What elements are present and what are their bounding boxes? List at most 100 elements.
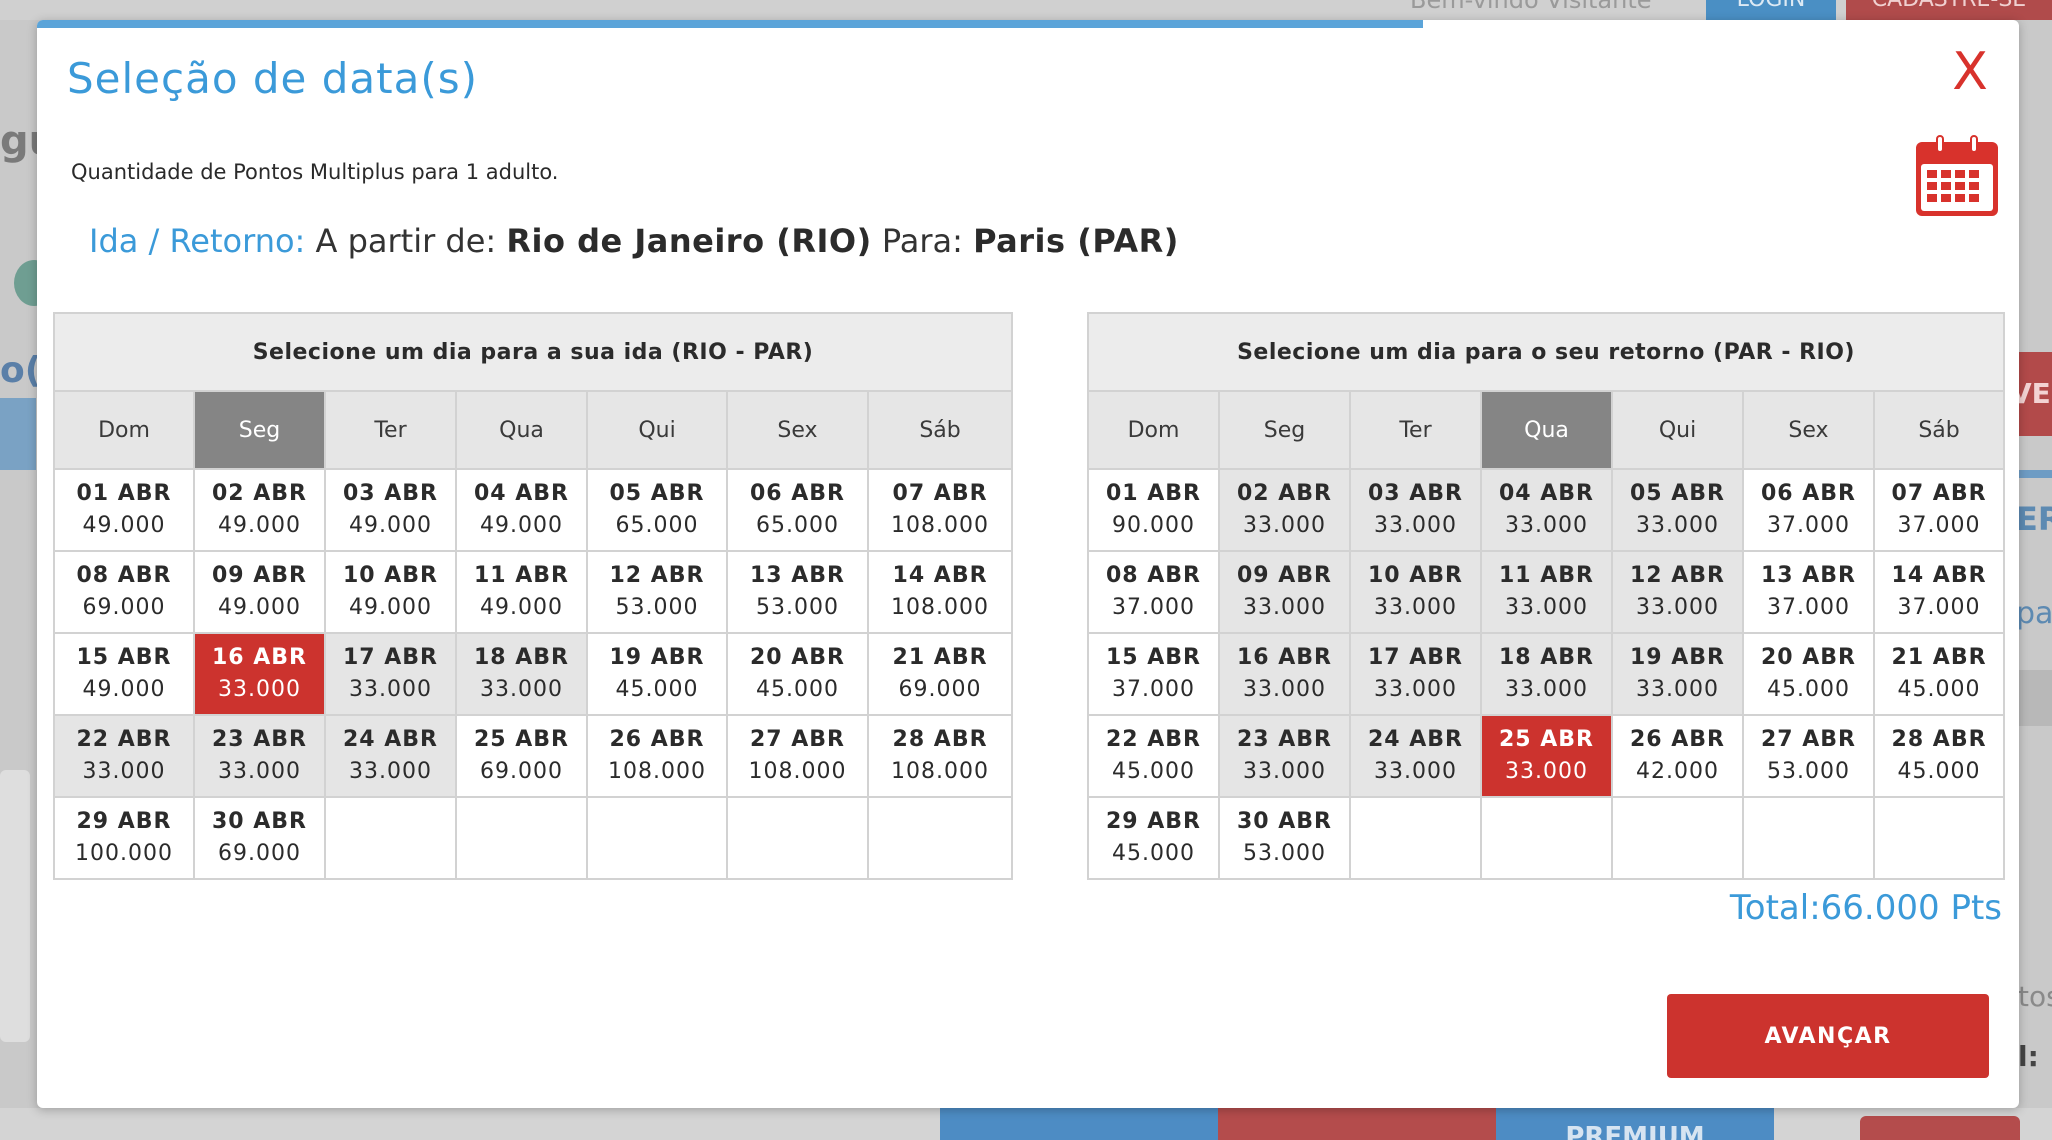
day-cell[interactable]: 10 ABR 33.000 bbox=[1349, 550, 1482, 634]
day-cell[interactable]: 24 ABR 33.000 bbox=[324, 714, 457, 798]
day-date: 08 ABR bbox=[1105, 563, 1201, 588]
day-date: 12 ABR bbox=[609, 563, 705, 588]
day-points: 69.000 bbox=[82, 595, 166, 620]
day-cell[interactable]: 29 ABR 100.000 bbox=[53, 796, 195, 880]
day-cell[interactable]: 23 ABR 33.000 bbox=[193, 714, 326, 798]
day-cell[interactable]: 26 ABR 108.000 bbox=[586, 714, 728, 798]
day-cell[interactable]: 14 ABR 37.000 bbox=[1872, 550, 2006, 634]
day-points: 42.000 bbox=[1636, 759, 1719, 784]
day-cell[interactable]: 30 ABR 69.000 bbox=[193, 796, 326, 880]
day-cell[interactable]: 10 ABR 49.000 bbox=[324, 550, 457, 634]
day-cell[interactable]: 28 ABR 45.000 bbox=[1872, 714, 2006, 798]
day-cell[interactable]: 01 ABR 49.000 bbox=[53, 468, 195, 552]
day-cell[interactable]: 20 ABR 45.000 bbox=[726, 632, 869, 716]
day-points: 65.000 bbox=[615, 513, 699, 538]
day-date: 17 ABR bbox=[1367, 645, 1463, 670]
route-from-city: Rio de Janeiro (RIO) bbox=[506, 222, 872, 260]
day-cell[interactable]: 09 ABR 33.000 bbox=[1218, 550, 1351, 634]
day-cell[interactable]: 28 ABR 108.000 bbox=[866, 714, 1014, 798]
day-cell[interactable]: 16 ABR 33.000 bbox=[193, 632, 326, 716]
day-cell[interactable]: 19 ABR 45.000 bbox=[586, 632, 728, 716]
calendar-icon[interactable] bbox=[1915, 134, 1999, 218]
day-cell[interactable]: 25 ABR 69.000 bbox=[455, 714, 588, 798]
day-cell[interactable]: 07 ABR 108.000 bbox=[866, 468, 1014, 552]
day-cell[interactable]: 29 ABR 45.000 bbox=[1087, 796, 1220, 880]
day-cell[interactable]: 13 ABR 37.000 bbox=[1742, 550, 1875, 634]
day-cell[interactable]: 27 ABR 108.000 bbox=[726, 714, 869, 798]
day-cell[interactable]: 08 ABR 37.000 bbox=[1087, 550, 1220, 634]
day-cell[interactable]: 12 ABR 33.000 bbox=[1611, 550, 1744, 634]
day-date: 16 ABR bbox=[211, 645, 307, 670]
background-right-fragment-2: ER bbox=[2016, 500, 2052, 538]
day-points: 108.000 bbox=[891, 595, 990, 620]
day-cell[interactable]: 20 ABR 45.000 bbox=[1742, 632, 1875, 716]
day-cell[interactable]: 05 ABR 33.000 bbox=[1611, 468, 1744, 552]
day-cell[interactable]: 21 ABR 45.000 bbox=[1872, 632, 2006, 716]
day-cell[interactable]: 12 ABR 53.000 bbox=[586, 550, 728, 634]
day-cell[interactable]: 26 ABR 42.000 bbox=[1611, 714, 1744, 798]
day-date: 04 ABR bbox=[473, 481, 569, 506]
empty-day-cell bbox=[726, 796, 869, 880]
day-date: 08 ABR bbox=[76, 563, 172, 588]
weekday-header: Qua bbox=[455, 390, 588, 470]
day-cell[interactable]: 22 ABR 33.000 bbox=[53, 714, 195, 798]
day-points: 33.000 bbox=[218, 759, 301, 784]
day-cell[interactable]: 02 ABR 33.000 bbox=[1218, 468, 1351, 552]
day-cell[interactable]: 15 ABR 37.000 bbox=[1087, 632, 1220, 716]
day-cell[interactable]: 30 ABR 53.000 bbox=[1218, 796, 1351, 880]
day-cell[interactable]: 21 ABR 69.000 bbox=[866, 632, 1014, 716]
day-points: 33.000 bbox=[1505, 595, 1588, 620]
day-date: 25 ABR bbox=[1498, 727, 1594, 752]
day-cell[interactable]: 03 ABR 33.000 bbox=[1349, 468, 1482, 552]
day-cell[interactable]: 11 ABR 49.000 bbox=[455, 550, 588, 634]
day-date: 14 ABR bbox=[1891, 563, 1987, 588]
weekday-header: Seg bbox=[1218, 390, 1351, 470]
day-date: 16 ABR bbox=[1236, 645, 1332, 670]
day-cell[interactable]: 24 ABR 33.000 bbox=[1349, 714, 1482, 798]
day-cell[interactable]: 07 ABR 37.000 bbox=[1872, 468, 2006, 552]
day-cell[interactable]: 25 ABR 33.000 bbox=[1480, 714, 1613, 798]
background-bottom-tab-2 bbox=[1218, 1108, 1496, 1140]
day-cell[interactable]: 04 ABR 33.000 bbox=[1480, 468, 1613, 552]
calendar-week-row: 22 ABR 33.000 23 ABR 33.000 24 ABR 33.000 25 A… bbox=[53, 714, 1014, 798]
day-points: 33.000 bbox=[1374, 759, 1457, 784]
outbound-calendar-caption: Selecione um dia para a sua ida (RIO - P… bbox=[52, 312, 1014, 392]
day-points: 65.000 bbox=[756, 513, 839, 538]
day-cell[interactable]: 17 ABR 33.000 bbox=[1349, 632, 1482, 716]
day-cell[interactable]: 11 ABR 33.000 bbox=[1480, 550, 1613, 634]
day-cell[interactable]: 03 ABR 49.000 bbox=[324, 468, 457, 552]
day-date: 30 ABR bbox=[1236, 809, 1332, 834]
day-cell[interactable]: 13 ABR 53.000 bbox=[726, 550, 869, 634]
day-cell[interactable]: 22 ABR 45.000 bbox=[1087, 714, 1220, 798]
advance-button[interactable]: AVANÇAR bbox=[1667, 994, 1989, 1078]
day-cell[interactable]: 06 ABR 65.000 bbox=[726, 468, 869, 552]
day-cell[interactable]: 04 ABR 49.000 bbox=[455, 468, 588, 552]
date-selection-modal: Seleção de data(s) X Quantidade de Ponto… bbox=[37, 20, 2019, 1108]
day-cell[interactable]: 27 ABR 53.000 bbox=[1742, 714, 1875, 798]
day-cell[interactable]: 15 ABR 49.000 bbox=[53, 632, 195, 716]
day-date: 11 ABR bbox=[1498, 563, 1594, 588]
calendar-week-row: 15 ABR 49.000 16 ABR 33.000 17 ABR 33.000 18 A… bbox=[53, 632, 1014, 716]
close-button[interactable]: X bbox=[1945, 40, 1995, 104]
weekday-header: Qua bbox=[1480, 390, 1613, 470]
day-cell[interactable]: 02 ABR 49.000 bbox=[193, 468, 326, 552]
day-cell[interactable]: 01 ABR 90.000 bbox=[1087, 468, 1220, 552]
day-cell[interactable]: 19 ABR 33.000 bbox=[1611, 632, 1744, 716]
day-cell[interactable]: 18 ABR 33.000 bbox=[455, 632, 588, 716]
day-cell[interactable]: 16 ABR 33.000 bbox=[1218, 632, 1351, 716]
day-points: 45.000 bbox=[615, 677, 699, 702]
day-cell[interactable]: 06 ABR 37.000 bbox=[1742, 468, 1875, 552]
day-cell[interactable]: 14 ABR 108.000 bbox=[866, 550, 1014, 634]
day-cell[interactable]: 17 ABR 33.000 bbox=[324, 632, 457, 716]
day-cell[interactable]: 08 ABR 69.000 bbox=[53, 550, 195, 634]
day-date: 19 ABR bbox=[609, 645, 705, 670]
day-date: 14 ABR bbox=[892, 563, 988, 588]
weekday-header: Sex bbox=[1742, 390, 1875, 470]
day-points: 33.000 bbox=[82, 759, 166, 784]
weekday-header: Qui bbox=[586, 390, 728, 470]
day-cell[interactable]: 18 ABR 33.000 bbox=[1480, 632, 1613, 716]
day-cell[interactable]: 05 ABR 65.000 bbox=[586, 468, 728, 552]
day-cell[interactable]: 09 ABR 49.000 bbox=[193, 550, 326, 634]
day-cell[interactable]: 23 ABR 33.000 bbox=[1218, 714, 1351, 798]
day-date: 09 ABR bbox=[1236, 563, 1332, 588]
